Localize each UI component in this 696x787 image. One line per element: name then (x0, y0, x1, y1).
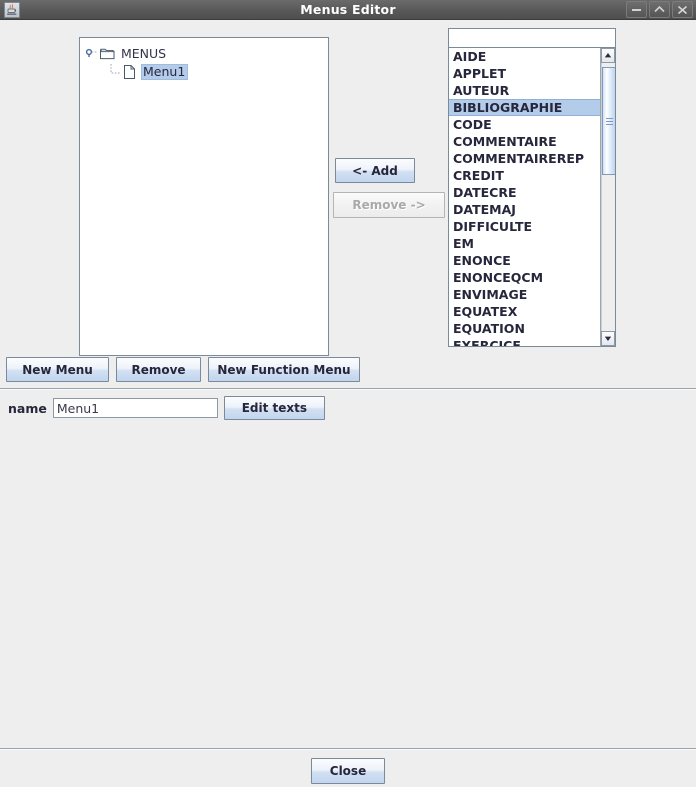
close-button[interactable]: Close (311, 758, 385, 784)
remove-menu-button[interactable]: Remove (116, 357, 201, 382)
remove-right-button: Remove -> (333, 192, 445, 218)
separator-top (0, 388, 696, 390)
scrollbar-track[interactable] (601, 63, 615, 331)
window-titlebar: Menus Editor (0, 0, 696, 20)
list-item[interactable]: DATEMAJ (449, 201, 600, 218)
edit-texts-button[interactable]: Edit texts (223, 396, 325, 420)
list-scrollbar[interactable] (600, 48, 615, 346)
list-item[interactable]: EQUATEX (449, 303, 600, 320)
tags-list-viewport[interactable]: AIDE APPLET AUTEUR BIBLIOGRAPHIE CODE COMMENT… (449, 48, 600, 346)
name-input[interactable] (53, 399, 217, 417)
list-item[interactable]: EQUATION (449, 320, 600, 337)
name-label: name (8, 400, 47, 416)
list-item[interactable]: DIFFICULTE (449, 218, 600, 235)
tree-node-root[interactable]: MENUS (85, 45, 169, 63)
list-item[interactable]: CODE (449, 116, 600, 133)
add-button[interactable]: <- Add (335, 158, 415, 183)
filter-input[interactable] (449, 29, 615, 48)
list-item[interactable]: CREDIT (449, 167, 600, 184)
list-item[interactable]: ENVIMAGE (449, 286, 600, 303)
scrollbar-grip-icon (606, 118, 613, 125)
window-controls (626, 1, 693, 19)
list-item[interactable]: APPLET (449, 65, 600, 82)
list-item[interactable]: EXERCICE (449, 337, 600, 346)
tags-list-box[interactable]: AIDE APPLET AUTEUR BIBLIOGRAPHIE CODE COMMENT… (448, 47, 616, 347)
name-field-wrapper[interactable] (52, 398, 218, 418)
maximize-icon[interactable] (649, 1, 670, 18)
tree-expand-handle-icon[interactable] (85, 46, 99, 62)
new-function-menu-button[interactable]: New Function Menu (208, 357, 360, 382)
scroll-down-arrow-icon[interactable] (601, 331, 615, 346)
list-item[interactable]: ENONCEQCM (449, 269, 600, 286)
folder-icon (99, 46, 116, 62)
tree-node-menu1[interactable]: Menu1 (107, 63, 189, 81)
window-title: Menus Editor (300, 2, 396, 17)
menu-actions-row: New Menu Remove New Function Menu (6, 357, 360, 382)
list-item[interactable]: AIDE (449, 48, 600, 65)
document-icon (121, 64, 138, 80)
new-menu-button[interactable]: New Menu (6, 357, 109, 382)
tree-node-label: Menu1 (141, 64, 189, 80)
list-item[interactable]: BIBLIOGRAPHIE (449, 99, 600, 116)
list-item[interactable]: ENONCE (449, 252, 600, 269)
list-item[interactable]: COMMENTAIREREP (449, 150, 600, 167)
scrollbar-thumb[interactable] (602, 67, 615, 175)
list-item[interactable]: DATECRE (449, 184, 600, 201)
dialog-content: MENUS Menu1 <- Add Remove -> AIDE APPLET A… (0, 20, 696, 787)
name-form-row: name Edit texts (8, 396, 325, 420)
list-item[interactable]: COMMENTAIRE (449, 133, 600, 150)
separator-bottom (0, 748, 696, 750)
tree-node-label: MENUS (121, 46, 167, 61)
list-item[interactable]: EM (449, 235, 600, 252)
list-item[interactable]: AUTEUR (449, 82, 600, 99)
close-icon[interactable] (672, 1, 693, 18)
scroll-up-arrow-icon[interactable] (601, 48, 615, 63)
filter-input-wrapper[interactable] (448, 28, 616, 49)
minimize-icon[interactable] (626, 1, 647, 18)
menus-tree-panel[interactable]: MENUS Menu1 (79, 37, 329, 356)
tree-elbow-icon (107, 64, 121, 80)
